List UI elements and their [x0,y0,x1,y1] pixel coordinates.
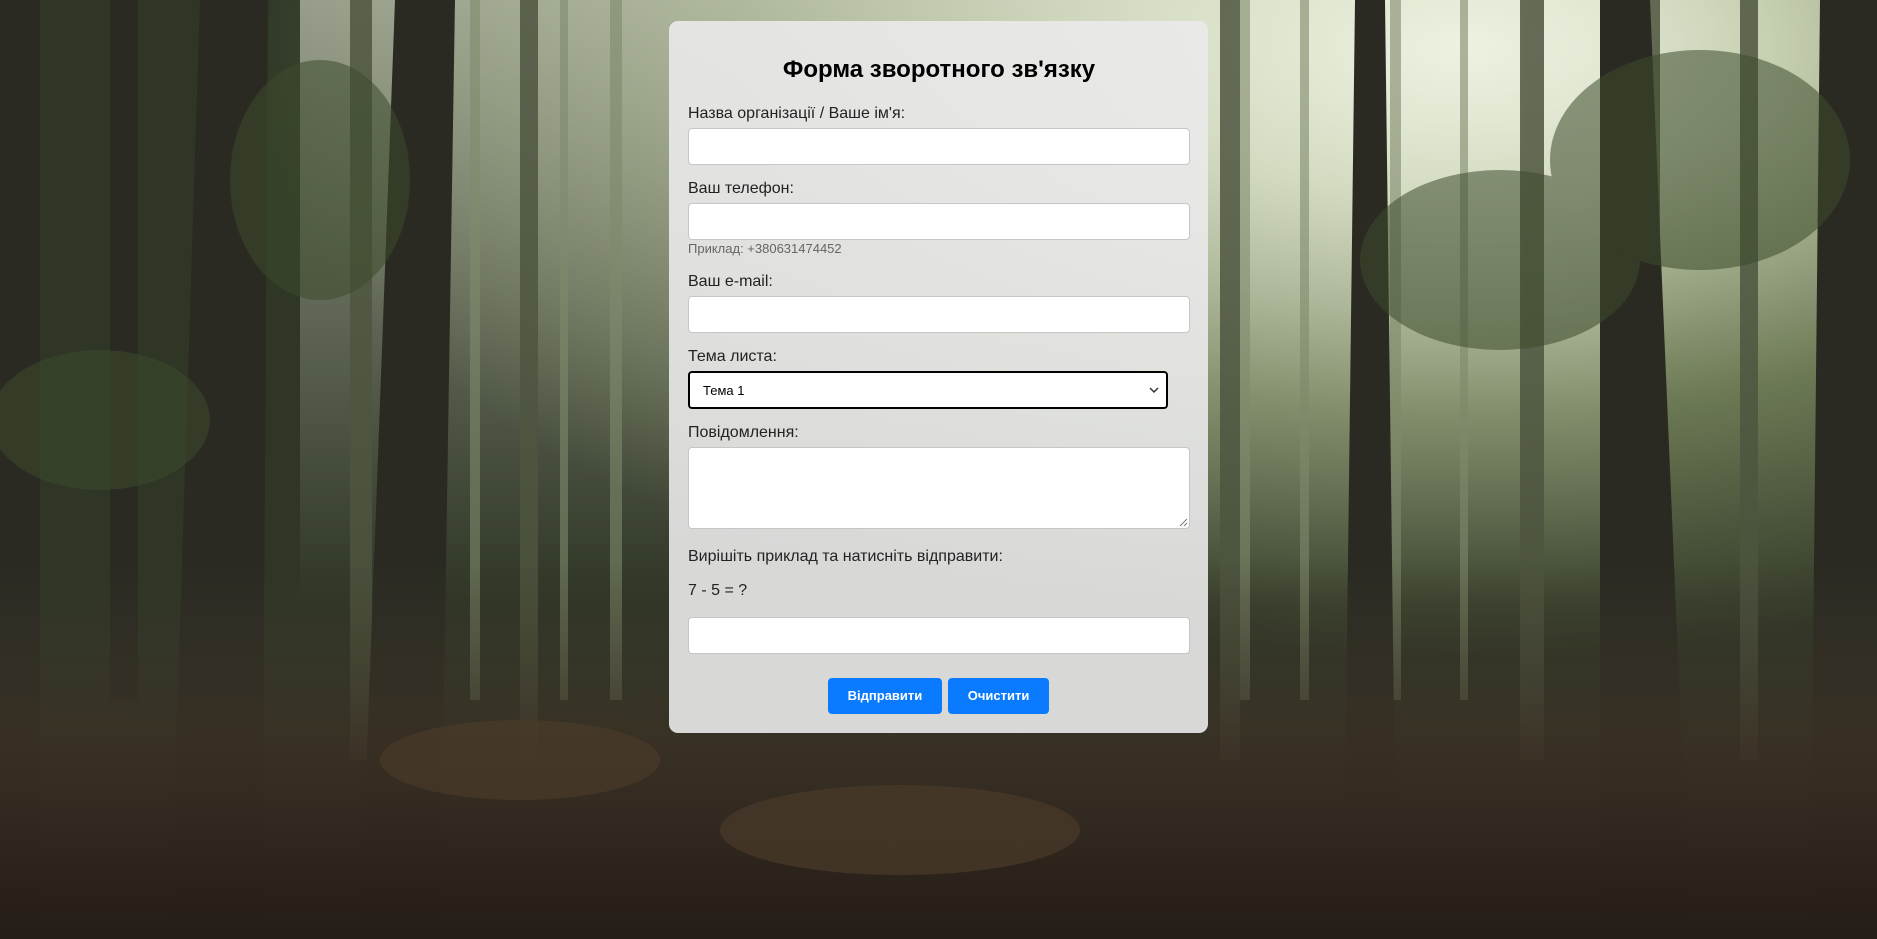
captcha-question: 7 - 5 = ? [688,582,748,599]
subject-selected-value: Тема 1 [703,383,745,398]
resize-handle-icon[interactable] [1178,517,1188,527]
message-label: Повідомлення: [688,424,799,441]
message-textarea[interactable] [688,447,1190,529]
form-buttons: Відправити Очистити [669,678,1208,714]
phone-label: Ваш телефон: [688,180,794,197]
captcha-label: Вирішіть приклад та натисніть відправити… [688,548,1003,565]
chevron-down-icon [1149,387,1159,394]
form-title: Форма зворотного зв'язку [782,56,1096,83]
name-input[interactable] [688,128,1190,165]
feedback-form: Форма зворотного зв'язку Назва організац… [669,21,1208,733]
clear-button[interactable]: Очистити [947,678,1050,714]
phone-input[interactable] [688,203,1190,240]
subject-select[interactable]: Тема 1 [688,371,1168,409]
captcha-input[interactable] [688,617,1190,654]
subject-label: Тема листа: [688,348,777,365]
submit-button[interactable]: Відправити [827,678,943,714]
email-input[interactable] [688,296,1190,333]
name-label: Назва організації / Ваше ім'я: [688,105,906,122]
email-label: Ваш e-mail: [688,273,773,290]
phone-hint: Приклад: +380631474452 [688,241,842,256]
